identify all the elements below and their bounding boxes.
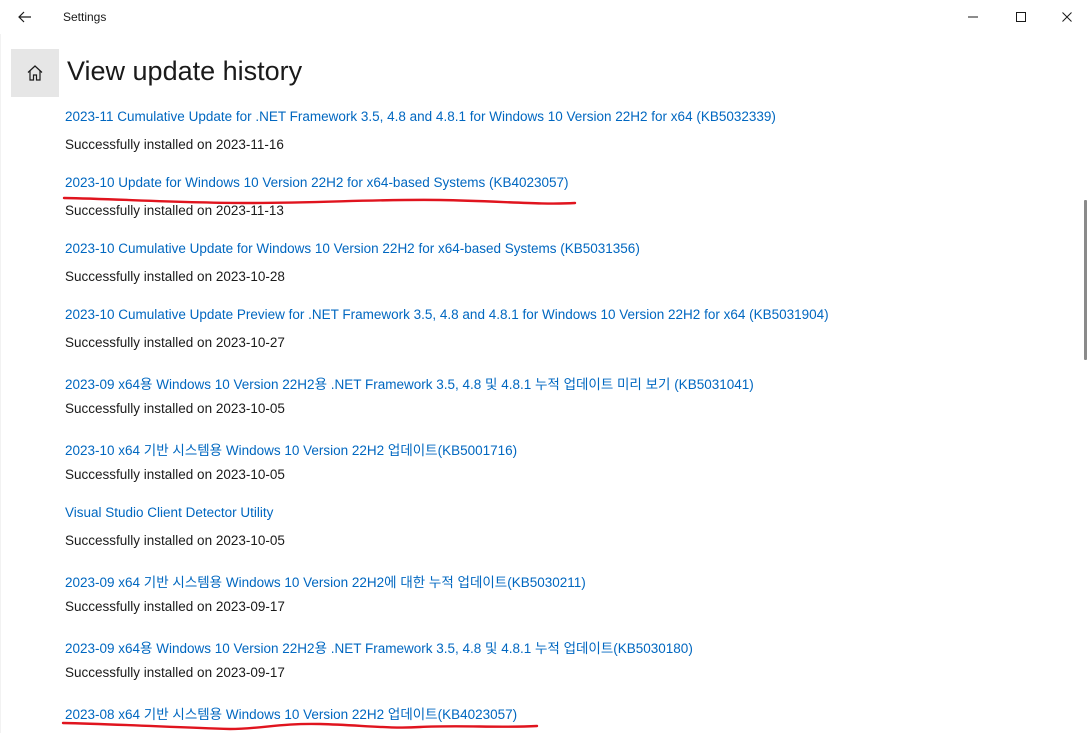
back-button[interactable] bbox=[8, 3, 42, 31]
close-icon bbox=[1062, 12, 1072, 22]
settings-window: Settings View update history 2023-11 Cum… bbox=[0, 0, 1088, 733]
update-link[interactable]: 2023-10 Update for Windows 10 Version 22… bbox=[65, 175, 569, 190]
list-item: 2023-10 Update for Windows 10 Version 22… bbox=[65, 174, 1065, 240]
update-link[interactable]: 2023-09 x64용 Windows 10 Version 22H2용 .N… bbox=[65, 637, 693, 657]
update-link[interactable]: Visual Studio Client Detector Utility bbox=[65, 505, 273, 520]
maximize-button[interactable] bbox=[998, 0, 1044, 34]
list-item: 2023-10 Cumulative Update for Windows 10… bbox=[65, 240, 1065, 306]
update-link[interactable]: 2023-08 x64 기반 시스템용 Windows 10 Version 2… bbox=[65, 703, 517, 723]
list-item: 2023-08 x64 기반 시스템용 Windows 10 Version 2… bbox=[65, 702, 1065, 733]
update-link[interactable]: 2023-11 Cumulative Update for .NET Frame… bbox=[65, 109, 776, 124]
update-status: Successfully installed on 2023-11-16 bbox=[65, 137, 284, 152]
update-link[interactable]: 2023-10 Cumulative Update for Windows 10… bbox=[65, 241, 640, 256]
update-status: Successfully installed on 2023-10-27 bbox=[65, 335, 285, 350]
home-button[interactable] bbox=[11, 49, 59, 97]
list-item: 2023-10 Cumulative Update Preview for .N… bbox=[65, 306, 1065, 372]
scrollbar-thumb[interactable] bbox=[1084, 200, 1087, 360]
update-history-list: 2023-11 Cumulative Update for .NET Frame… bbox=[65, 108, 1065, 733]
minimize-icon bbox=[968, 16, 978, 18]
update-status: Successfully installed on 2023-10-28 bbox=[65, 269, 285, 284]
update-link[interactable]: 2023-09 x64용 Windows 10 Version 22H2용 .N… bbox=[65, 373, 754, 393]
list-item: 2023-09 x64용 Windows 10 Version 22H2용 .N… bbox=[65, 636, 1065, 702]
list-item: Visual Studio Client Detector Utility Su… bbox=[65, 504, 1065, 570]
update-status: Successfully installed on 2023-10-05 bbox=[65, 401, 285, 416]
back-arrow-icon bbox=[18, 11, 31, 23]
update-status: Successfully installed on 2023-10-05 bbox=[65, 533, 285, 548]
minimize-button[interactable] bbox=[950, 0, 996, 34]
app-title: Settings bbox=[63, 10, 107, 24]
update-status: Successfully installed on 2023-11-13 bbox=[65, 203, 284, 218]
maximize-icon bbox=[1016, 12, 1026, 22]
list-item: 2023-11 Cumulative Update for .NET Frame… bbox=[65, 108, 1065, 174]
list-item: 2023-09 x64용 Windows 10 Version 22H2용 .N… bbox=[65, 372, 1065, 438]
update-status: Successfully installed on 2023-09-17 bbox=[65, 599, 285, 614]
update-status: Successfully installed on 2023-10-05 bbox=[65, 467, 285, 482]
update-link[interactable]: 2023-10 Cumulative Update Preview for .N… bbox=[65, 307, 829, 322]
list-item: 2023-09 x64 기반 시스템용 Windows 10 Version 2… bbox=[65, 570, 1065, 636]
update-link[interactable]: 2023-09 x64 기반 시스템용 Windows 10 Version 2… bbox=[65, 571, 586, 591]
close-button[interactable] bbox=[1044, 0, 1088, 34]
list-item: 2023-10 x64 기반 시스템용 Windows 10 Version 2… bbox=[65, 438, 1065, 504]
update-link[interactable]: 2023-10 x64 기반 시스템용 Windows 10 Version 2… bbox=[65, 439, 517, 459]
title-bar: Settings bbox=[0, 0, 1088, 34]
home-icon bbox=[27, 65, 43, 81]
update-status: Successfully installed on 2023-09-17 bbox=[65, 665, 285, 680]
divider bbox=[0, 34, 1, 733]
page-title: View update history bbox=[67, 56, 303, 86]
